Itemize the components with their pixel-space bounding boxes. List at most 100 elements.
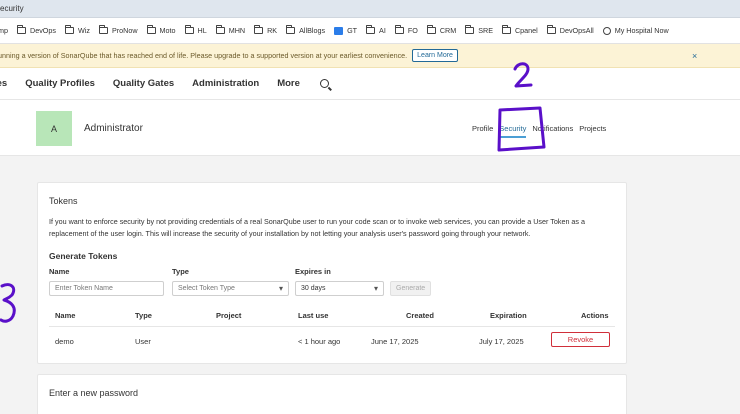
name-label: Name	[49, 267, 70, 276]
nav-item-more[interactable]: More	[277, 78, 300, 89]
annotation-three-icon	[0, 283, 16, 323]
folder-icon	[215, 25, 225, 34]
revoke-button[interactable]: Revoke	[551, 332, 610, 347]
expires-label: Expires in	[295, 267, 331, 276]
token-expiration-cell: July 17, 2025	[479, 337, 524, 346]
learn-more-button[interactable]: Learn More	[412, 49, 458, 62]
nav-item-policies[interactable]: ies	[0, 78, 7, 89]
column-header-actions: Actions	[581, 311, 609, 320]
folder-icon	[64, 25, 74, 34]
nav-item-quality-gates[interactable]: Quality Gates	[113, 78, 174, 89]
avatar: A	[36, 111, 72, 146]
column-header-created: Created	[406, 311, 434, 320]
column-header-type: Type	[135, 311, 152, 320]
token-last-use-cell: < 1 hour ago	[298, 337, 341, 346]
bookmark-allblogs[interactable]: AllBlogs	[286, 25, 326, 35]
bookmark-label: mp	[0, 26, 8, 35]
bookmark-wiz[interactable]: Wiz	[64, 25, 90, 35]
folder-icon	[465, 25, 475, 34]
tab-projects[interactable]: Projects	[579, 124, 606, 133]
bookmark-label: My Hospital Now	[614, 26, 669, 35]
browser-tab-title[interactable]: ecurity	[0, 4, 24, 13]
bookmark-label: Moto	[159, 26, 176, 35]
bookmark-label: CRM	[439, 26, 457, 35]
bookmark-rk[interactable]: RK	[254, 25, 278, 35]
folder-icon	[426, 25, 436, 34]
column-header-expiration: Expiration	[490, 311, 527, 320]
tokens-card: Tokens If you want to enforce security b…	[37, 182, 627, 364]
bookmark-label: SRE	[478, 26, 493, 35]
bookmark-label: DevOpsAll	[559, 26, 594, 35]
bookmark-devops[interactable]: DevOps	[17, 25, 56, 35]
bookmark-label: GT	[347, 26, 358, 35]
tokens-title: Tokens	[49, 196, 78, 206]
folder-icon	[501, 25, 511, 34]
bookmark-ai[interactable]: AI	[366, 25, 386, 35]
app-icon	[334, 26, 344, 35]
bookmark-devopsall[interactable]: DevOpsAll	[546, 25, 594, 35]
column-header-last-use: Last use	[298, 311, 329, 320]
column-header-project: Project	[216, 311, 242, 320]
token-type-cell: User	[135, 337, 151, 346]
expires-select[interactable]: 30 days	[295, 281, 384, 296]
bookmark-label: RK	[267, 26, 278, 35]
profile-tabs: Profile Security Notifications Projects	[472, 124, 612, 138]
folder-icon	[98, 25, 108, 34]
bookmark-crm[interactable]: CRM	[426, 25, 457, 35]
bookmark-fo[interactable]: FO	[394, 25, 418, 35]
bookmark-label: ProNow	[111, 26, 138, 35]
column-header-name: Name	[55, 311, 76, 320]
folder-icon	[546, 25, 556, 34]
tab-security[interactable]: Security	[499, 124, 527, 138]
generate-button[interactable]: Generate	[390, 281, 432, 296]
token-created-cell: June 17, 2025	[371, 337, 419, 346]
user-name: Administrator	[84, 123, 143, 134]
bookmark-pronow[interactable]: ProNow	[98, 25, 138, 35]
tokens-description: If you want to enforce security by not p…	[49, 217, 586, 238]
bookmark-sre[interactable]: SRE	[465, 25, 493, 35]
folder-icon	[146, 25, 156, 34]
tab-notifications[interactable]: Notifications	[532, 124, 573, 133]
bookmark-label: AI	[379, 26, 386, 35]
profile-header: A Administrator Profile Security Notific…	[0, 100, 740, 156]
bookmark-moto[interactable]: Moto	[146, 25, 176, 35]
table-divider	[49, 326, 615, 327]
bookmarks-bar: mp DevOps Wiz ProNow Moto HL MHN RK AllB…	[0, 18, 740, 44]
bookmark-mhn[interactable]: MHN	[215, 25, 246, 35]
bookmark-my-hospital-now[interactable]: My Hospital Now	[602, 26, 669, 35]
bookmark-label: MHN	[228, 26, 246, 35]
eol-warning-banner: unning a version of SonarQube that has r…	[0, 44, 740, 68]
token-type-select[interactable]: Select Token Type	[172, 281, 289, 296]
bookmark-cpanel[interactable]: Cpanel	[501, 25, 538, 35]
bookmark-label: AllBlogs	[299, 26, 326, 35]
nav-item-quality-profiles[interactable]: Quality Profiles	[25, 78, 95, 89]
folder-icon	[366, 25, 376, 34]
banner-message: unning a version of SonarQube that has r…	[0, 51, 408, 60]
folder-icon	[17, 25, 26, 34]
token-name-input[interactable]: Enter Token Name	[49, 281, 164, 296]
close-icon[interactable]: ×	[692, 51, 697, 61]
folder-icon	[394, 25, 404, 34]
bookmark-gt[interactable]: GT	[334, 26, 357, 35]
bookmark-mp[interactable]: mp	[0, 26, 8, 35]
browser-tab-strip: ecurity	[0, 0, 740, 18]
token-name-cell: demo	[55, 337, 74, 346]
top-navigation: ies Quality Profiles Quality Gates Admin…	[0, 68, 740, 100]
nav-item-administration[interactable]: Administration	[192, 78, 259, 89]
folder-icon	[184, 25, 194, 34]
password-title: Enter a new password	[49, 388, 139, 398]
bookmark-label: Cpanel	[514, 26, 538, 35]
tab-profile[interactable]: Profile	[472, 124, 493, 133]
bookmark-label: FO	[407, 26, 418, 35]
bookmark-label: HL	[197, 26, 207, 35]
folder-icon	[254, 25, 264, 34]
globe-icon	[602, 26, 611, 35]
search-icon[interactable]	[319, 79, 329, 88]
bookmark-label: Wiz	[77, 26, 90, 35]
generate-tokens-title: Generate Tokens	[49, 251, 118, 261]
folder-icon	[286, 25, 296, 34]
type-label: Type	[172, 267, 189, 276]
password-card: Enter a new password	[37, 374, 627, 414]
bookmark-label: DevOps	[30, 26, 56, 35]
bookmark-hl[interactable]: HL	[184, 25, 207, 35]
